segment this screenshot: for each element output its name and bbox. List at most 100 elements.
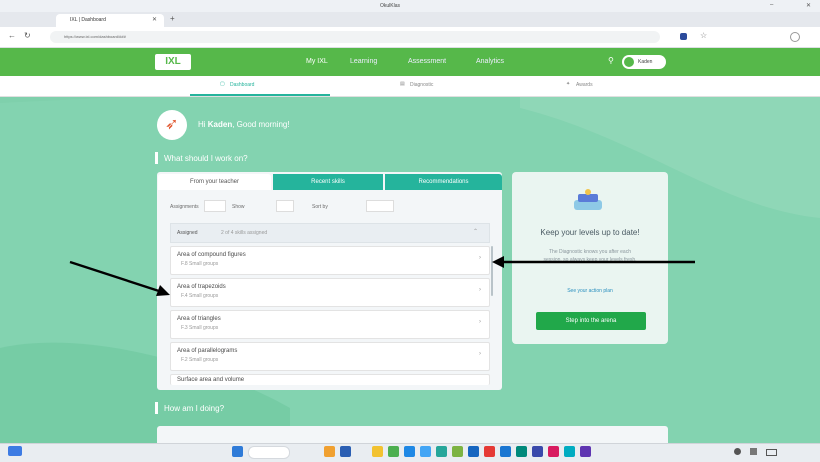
window-minimize-button[interactable]: – <box>770 2 773 8</box>
taskbar-app-icon[interactable] <box>388 446 399 457</box>
volume-icon[interactable] <box>750 448 757 455</box>
profile-icon[interactable] <box>790 32 800 42</box>
skill-title: Area of compound figures <box>177 252 246 258</box>
battery-icon[interactable] <box>766 449 777 456</box>
taskbar-app-icon[interactable] <box>404 446 415 457</box>
step-into-arena-button[interactable]: Step into the arena <box>536 312 646 330</box>
rocket-icon: ➶ <box>165 116 179 133</box>
skill-title: Area of parallelograms <box>177 348 238 354</box>
wifi-icon[interactable] <box>734 448 741 455</box>
extensions-icon[interactable] <box>680 33 687 40</box>
taskbar-app-icon[interactable] <box>580 446 591 457</box>
tab-from-teacher-label: From your teacher <box>189 179 240 185</box>
greeting-name: Kaden <box>207 120 233 129</box>
tab-dashboard[interactable]: ▢ Dashboard <box>190 76 330 96</box>
section-marker <box>155 402 158 414</box>
taskbar-app-icon[interactable] <box>500 446 511 457</box>
taskbar-app-icon[interactable] <box>516 446 527 457</box>
tab-diagnostic-label: Diagnostic <box>410 82 434 88</box>
search-icon[interactable]: ⚲ <box>608 56 614 65</box>
weather-icon[interactable] <box>8 446 22 456</box>
assigned-group-label: Assigned <box>177 230 198 236</box>
tab-awards[interactable]: ✦ Awards <box>566 76 636 94</box>
skill-row[interactable]: Area of trapezoids F.4 Small groups › <box>170 278 490 307</box>
tab-recent-skills-label: Recent skills <box>311 179 345 185</box>
nav-assessment[interactable]: Assessment <box>408 58 446 65</box>
chevron-up-icon: ⌃ <box>473 229 479 235</box>
diagnostic-card: Keep your levels up to date! The Diagnos… <box>512 172 668 344</box>
new-tab-button[interactable]: + <box>170 14 175 23</box>
browser-tab[interactable]: IXL | Dashboard ✕ <box>56 14 164 27</box>
system-tray[interactable] <box>720 447 812 456</box>
filter-sort-select[interactable] <box>366 200 394 212</box>
chevron-right-icon: › <box>479 255 481 261</box>
tab-diagnostic[interactable]: ▤ Diagnostic <box>400 76 480 94</box>
ixl-logo[interactable]: IXL <box>155 54 191 70</box>
skill-subtitle: F.3 Small groups <box>181 325 219 331</box>
panel-scrollbar[interactable] <box>491 246 493 296</box>
close-icon[interactable]: ✕ <box>152 16 157 23</box>
taskbar-app-icon[interactable] <box>452 446 463 457</box>
diagnostic-card-title: Keep your levels up to date! <box>540 228 640 237</box>
taskbar-app-icon[interactable] <box>420 446 431 457</box>
favorite-icon[interactable]: ☆ <box>700 31 707 40</box>
filter-assignments-label: Assignments <box>170 204 199 210</box>
filter-sort-label: Sort by <box>312 204 328 210</box>
user-name: Kaden <box>638 59 653 65</box>
taskbar-app-icon[interactable] <box>532 446 543 457</box>
assigned-group-note: 2 of 4 skills assigned <box>221 230 268 236</box>
nav-analytics[interactable]: Analytics <box>476 58 504 65</box>
tab-recommendations[interactable]: Recommendations <box>385 174 502 190</box>
taskbar-app-icon[interactable] <box>484 446 495 457</box>
taskbar-app-icon[interactable] <box>564 446 575 457</box>
playing-section-heading: How am I doing? <box>164 404 225 413</box>
section-marker <box>155 152 158 164</box>
skill-title: Area of triangles <box>177 316 221 322</box>
avatar <box>624 57 634 67</box>
taskbar-app-icon[interactable] <box>372 446 383 457</box>
url-text: https://www.ixl.com/dashboard/### <box>64 34 126 39</box>
skill-row[interactable]: Surface area and volume <box>170 374 490 385</box>
taskbar-search[interactable] <box>248 446 290 459</box>
start-icon[interactable] <box>232 446 243 457</box>
taskbar-app-icon[interactable] <box>324 446 335 457</box>
url-field[interactable]: https://www.ixl.com/dashboard/### <box>50 31 660 43</box>
toolbar-icons: ☆ <box>680 31 810 43</box>
back-icon[interactable]: ← <box>8 31 16 40</box>
skill-row[interactable]: Area of compound figures F.8 Small group… <box>170 246 490 275</box>
skill-subtitle: F.2 Small groups <box>181 357 219 363</box>
tab-awards-label: Awards <box>576 82 593 88</box>
chevron-right-icon: › <box>479 351 481 357</box>
chevron-right-icon: › <box>479 319 481 325</box>
top-navbar: IXL My IXL Learning Assessment Analytics… <box>0 48 820 76</box>
work-section-heading: What should I work on? <box>164 154 248 163</box>
skill-row[interactable]: Area of parallelograms F.2 Small groups … <box>170 342 490 371</box>
tab-title: IXL | Dashboard <box>70 17 106 23</box>
filter-assignments-select[interactable] <box>204 200 226 212</box>
skill-subtitle: F.8 Small groups <box>181 261 219 267</box>
greeting: Hi Kaden, Good morning! <box>198 120 290 129</box>
tab-from-teacher[interactable]: From your teacher <box>158 174 271 190</box>
chevron-right-icon: › <box>479 287 481 293</box>
filter-show-select[interactable] <box>276 200 294 212</box>
skill-title: Area of trapezoids <box>177 284 226 290</box>
nav-learning[interactable]: Learning <box>350 58 377 65</box>
nav-my-ixl[interactable]: My IXL <box>306 58 328 65</box>
playing-panel <box>157 426 668 443</box>
sub-navbar: ▢ Dashboard ▤ Diagnostic ✦ Awards <box>0 76 820 97</box>
refresh-icon[interactable]: ↻ <box>24 31 31 40</box>
user-menu[interactable]: Kaden <box>622 55 666 69</box>
assigned-group-header[interactable]: Assigned 2 of 4 skills assigned ⌃ <box>170 223 490 243</box>
taskbar-app-icon[interactable] <box>436 446 447 457</box>
tab-recent-skills[interactable]: Recent skills <box>273 174 383 190</box>
tab-recommendations-label: Recommendations <box>418 179 469 185</box>
taskbar-app-icon[interactable] <box>340 446 351 457</box>
taskbar-app-icon[interactable] <box>468 446 479 457</box>
window-close-button[interactable]: ✕ <box>806 2 811 9</box>
skill-row[interactable]: Area of triangles F.3 Small groups › <box>170 310 490 339</box>
action-plan-link[interactable]: See your action plan <box>512 288 668 294</box>
tab-dashboard-label: Dashboard <box>230 82 255 88</box>
filter-show-label: Show <box>232 204 245 210</box>
taskbar-app-icon[interactable] <box>548 446 559 457</box>
skill-title: Surface area and volume <box>177 377 245 383</box>
